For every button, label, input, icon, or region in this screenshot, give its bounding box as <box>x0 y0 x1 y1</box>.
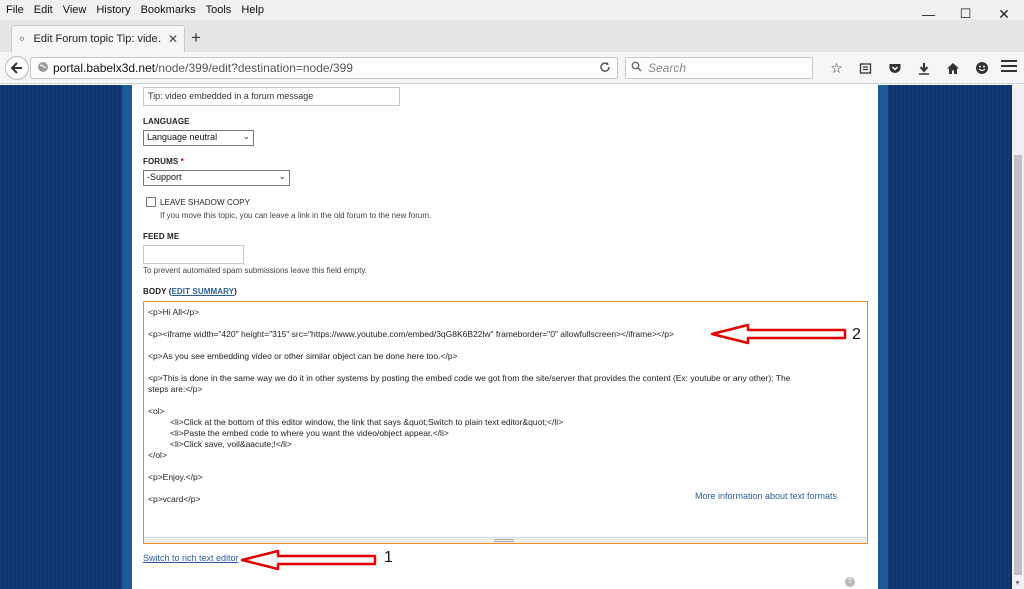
tab-strip: ⚪ Edit Forum topic Tip: vide… ✕ + <box>0 20 1024 52</box>
menu-edit[interactable]: Edit <box>29 4 58 16</box>
body-label-text: BODY ( <box>143 287 172 296</box>
url-bar[interactable]: portal.babelx3d.net/node/399/edit?destin… <box>30 57 618 79</box>
forums-select[interactable]: -Support ⌄ <box>143 170 290 186</box>
page-scrollbar[interactable]: ▼ <box>1012 85 1024 589</box>
pocket-icon[interactable] <box>880 58 909 78</box>
scroll-down-icon[interactable]: ▼ <box>1014 580 1021 587</box>
chevron-down-icon: ⌄ <box>278 171 286 181</box>
close-tab-icon[interactable]: ✕ <box>168 32 178 46</box>
search-placeholder: Search <box>648 61 687 75</box>
feedme-label: FEED ME <box>143 232 180 241</box>
new-tab-button[interactable]: + <box>191 28 201 48</box>
reload-icon[interactable] <box>599 61 611 76</box>
tab-title: Edit Forum topic Tip: vide… <box>33 33 162 45</box>
shadow-copy-label: LEAVE SHADOW COPY <box>160 198 251 207</box>
annotation-arrow-1 <box>240 549 377 571</box>
content-border-left <box>122 85 132 589</box>
hamburger-menu-icon[interactable] <box>1001 60 1017 74</box>
toolbar-icons: ☆ <box>822 58 996 78</box>
shadow-copy-description: If you move this topic, you can leave a … <box>160 211 432 220</box>
url-text: portal.babelx3d.net/node/399/edit?destin… <box>53 61 353 75</box>
body-line: <p>This is done in the same way we do it… <box>148 373 791 383</box>
language-select[interactable]: Language neutral ⌄ <box>143 130 254 146</box>
body-line: steps are:</p> <box>148 384 203 394</box>
language-selected-value: Language neutral <box>147 132 218 142</box>
site-favicon-icon: ⚪ <box>18 33 26 44</box>
menu-help[interactable]: Help <box>236 4 269 16</box>
language-label: LANGUAGE <box>143 117 190 126</box>
annotation-arrow-2 <box>710 323 847 345</box>
textarea-resize-handle[interactable] <box>144 537 867 543</box>
forums-label-text: FORUMS <box>143 157 179 166</box>
body-line: <li>Paste the embed code to where you wa… <box>170 428 449 438</box>
page-background-right <box>888 85 1012 589</box>
body-line: <p>As you see embedding video or other s… <box>148 351 458 361</box>
site-info-icon[interactable] <box>33 61 53 76</box>
forums-label: FORUMS * <box>143 157 184 166</box>
body-label: BODY (EDIT SUMMARY) <box>143 287 237 296</box>
body-line: </ol> <box>148 450 167 460</box>
content-border-right <box>878 85 888 589</box>
navigation-bar: portal.babelx3d.net/node/399/edit?destin… <box>0 52 1024 84</box>
search-input[interactable]: Search <box>625 57 813 79</box>
bookmark-star-icon[interactable]: ☆ <box>822 58 851 78</box>
forums-selected-value: -Support <box>147 172 182 182</box>
menu-bookmarks[interactable]: Bookmarks <box>136 4 201 16</box>
back-arrow-icon[interactable] <box>5 56 29 80</box>
feedme-description: To prevent automated spam submissions le… <box>143 266 367 275</box>
url-path: /node/399/edit?destination=node/399 <box>155 61 353 75</box>
body-label-close: ) <box>234 287 237 296</box>
annotation-label-1: 1 <box>384 549 393 566</box>
body-line: <p><iframe width="420" height="315" src=… <box>148 329 674 339</box>
shadow-copy-checkbox[interactable] <box>146 197 156 207</box>
reading-list-icon[interactable] <box>851 58 880 78</box>
switch-to-rich-text-link[interactable]: Switch to rich text editor <box>143 553 239 563</box>
home-icon[interactable] <box>938 58 967 78</box>
body-line: <li>Click at the bottom of this editor w… <box>170 417 564 427</box>
download-icon[interactable] <box>909 58 938 78</box>
url-host: portal.babelx3d.net <box>53 61 156 75</box>
menu-file[interactable]: File <box>0 4 29 16</box>
browser-tab[interactable]: ⚪ Edit Forum topic Tip: vide… ✕ <box>11 25 185 52</box>
body-line: <li>Click save, voil&aacute;!</li> <box>170 439 292 449</box>
help-icon[interactable]: ? <box>845 577 855 587</box>
menu-history[interactable]: History <box>91 4 135 16</box>
title-input[interactable]: Tip: video embedded in a forum message <box>143 87 400 106</box>
body-line: <p>Enjoy.</p> <box>148 472 203 482</box>
smiley-icon[interactable] <box>967 58 996 78</box>
scrollbar-thumb[interactable] <box>1014 155 1022 575</box>
body-line: <p>Hi All</p> <box>148 307 200 317</box>
required-marker: * <box>180 157 184 166</box>
edit-summary-link[interactable]: EDIT SUMMARY <box>171 287 234 296</box>
feedme-input[interactable] <box>143 245 244 264</box>
body-line: <p>vcard</p> <box>148 494 201 504</box>
chevron-down-icon: ⌄ <box>242 131 250 141</box>
search-icon <box>631 61 642 75</box>
page-background-left <box>0 85 122 589</box>
menu-bar: File Edit View History Bookmarks Tools H… <box>0 0 1024 20</box>
menu-view[interactable]: View <box>58 4 92 16</box>
text-formats-info-link[interactable]: More information about text formats <box>695 491 837 501</box>
annotation-label-2: 2 <box>852 326 861 343</box>
menu-tools[interactable]: Tools <box>201 4 237 16</box>
body-line: <ol> <box>148 406 165 416</box>
